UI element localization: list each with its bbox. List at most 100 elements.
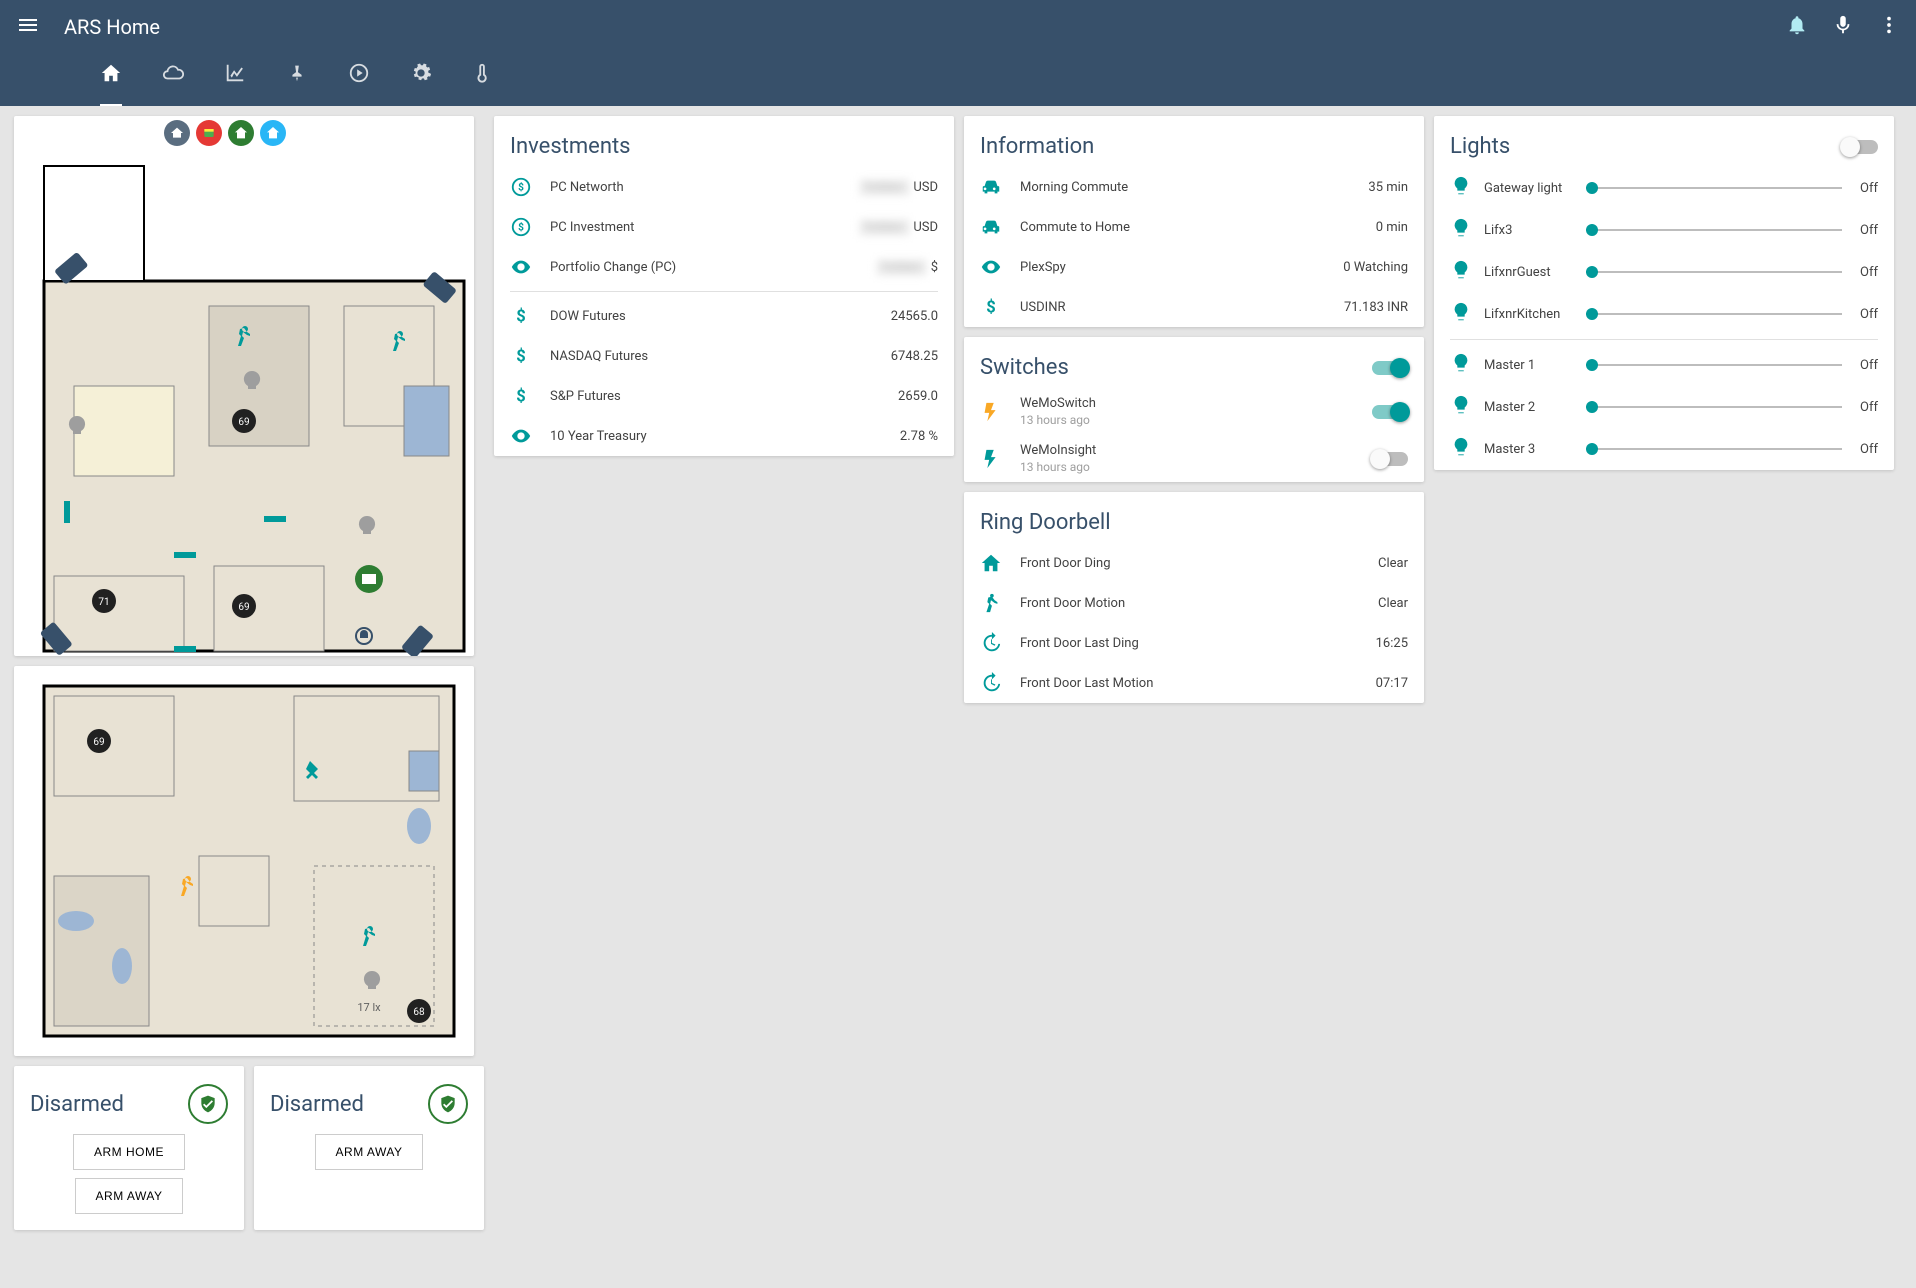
list-row[interactable]: Portfolio Change (PC) hidden $ (494, 247, 954, 287)
menu-icon[interactable] (16, 13, 40, 41)
bulb-icon (1450, 436, 1472, 462)
list-row[interactable]: Front Door Last Ding 16:25 (964, 623, 1424, 663)
list-row[interactable]: Commute to Home 0 min (964, 207, 1424, 247)
row-value: Clear (1378, 596, 1408, 611)
flash-icon (980, 448, 1020, 470)
switches-master-toggle[interactable] (1372, 361, 1408, 375)
svg-text:68: 68 (413, 1007, 425, 1018)
tab-home[interactable] (100, 54, 122, 106)
light-row[interactable]: Gateway light Off (1434, 167, 1894, 209)
brightness-slider[interactable] (1586, 364, 1842, 366)
information-card: Information Morning Commute 35 min Commu… (964, 116, 1424, 327)
list-row[interactable]: Front Door Motion Clear (964, 583, 1424, 623)
row-value: 0 Watching (1343, 260, 1408, 275)
tab-cloud[interactable] (162, 54, 184, 106)
svg-text:$: $ (518, 181, 524, 194)
light-state: Off (1854, 181, 1878, 196)
history-icon (980, 672, 1020, 694)
svg-text:$: $ (516, 348, 525, 367)
flash-icon (980, 401, 1020, 423)
light-state: Off (1854, 442, 1878, 457)
row-value: 24565.0 (891, 309, 938, 324)
walk-icon (980, 592, 1020, 614)
svg-text:71: 71 (98, 597, 109, 608)
tab-thermometer[interactable] (472, 54, 494, 106)
list-row[interactable]: 10 Year Treasury 2.78 % (494, 416, 954, 456)
lights-card: Lights Gateway light Off Lifx3 Off Lifxn… (1434, 116, 1894, 470)
tab-chart[interactable] (224, 54, 246, 106)
svg-text:69: 69 (238, 417, 249, 428)
list-row[interactable]: PlexSpy 0 Watching (964, 247, 1424, 287)
voice-icon[interactable] (1832, 14, 1854, 40)
light-name: Gateway light (1484, 181, 1574, 196)
dollar-icon: $ (510, 305, 550, 327)
light-row[interactable]: Master 2 Off (1434, 386, 1894, 428)
row-label: WeMoSwitch13 hours ago (1020, 396, 1372, 427)
switch-toggle[interactable] (1372, 405, 1408, 419)
arm-away-button[interactable]: ARM AWAY (75, 1178, 184, 1214)
more-icon[interactable] (1878, 14, 1900, 40)
light-state: Off (1854, 265, 1878, 280)
light-row[interactable]: Master 1 Off (1434, 344, 1894, 386)
svg-text:69: 69 (238, 602, 249, 613)
list-row[interactable]: Front Door Ding Clear (964, 543, 1424, 583)
bulb-icon (1450, 175, 1472, 201)
light-name: Master 2 (1484, 400, 1574, 415)
row-label: Front Door Motion (1020, 596, 1378, 611)
tab-settings[interactable] (410, 54, 432, 106)
row-value: Clear (1378, 556, 1408, 571)
light-name: LifxnrGuest (1484, 265, 1574, 280)
list-row[interactable]: $ USDINR 71.183 INR (964, 287, 1424, 327)
light-row[interactable]: LifxnrGuest Off (1434, 251, 1894, 293)
row-value: 2659.0 (898, 389, 938, 404)
brightness-slider[interactable] (1586, 229, 1842, 231)
svg-text:$: $ (986, 299, 995, 318)
app-title: ARS Home (64, 15, 1786, 39)
svg-text:17 lx: 17 lx (357, 1001, 381, 1014)
row-label: 10 Year Treasury (550, 429, 900, 444)
floorplan-2[interactable]: 69 17 lx 68 (14, 666, 474, 1056)
floorplan-action-3[interactable] (228, 120, 254, 146)
light-row[interactable]: Master 3 Off (1434, 428, 1894, 470)
brightness-slider[interactable] (1586, 448, 1842, 450)
light-row[interactable]: Lifx3 Off (1434, 209, 1894, 251)
list-row[interactable]: $ PC Networth hidden USD (494, 167, 954, 207)
svg-text:$: $ (516, 308, 525, 327)
row-value: 71.183 INR (1344, 300, 1408, 315)
brightness-slider[interactable] (1586, 406, 1842, 408)
floorplan-action-2[interactable] (196, 120, 222, 146)
row-value: hidden USD (859, 220, 938, 235)
brightness-slider[interactable] (1586, 313, 1842, 315)
list-row[interactable]: $ S&P Futures 2659.0 (494, 376, 954, 416)
alarm-state-1: Disarmed (30, 1092, 124, 1117)
floorplan-1[interactable]: 69 71 69 (14, 116, 474, 656)
eye-icon (510, 425, 550, 447)
tab-pin[interactable] (286, 54, 308, 106)
floorplan-action-1[interactable] (164, 120, 190, 146)
light-row[interactable]: LifxnrKitchen Off (1434, 293, 1894, 335)
list-row[interactable]: Morning Commute 35 min (964, 167, 1424, 207)
list-row[interactable]: WeMoInsight13 hours ago (964, 435, 1424, 482)
dollar-circle-icon: $ (510, 216, 550, 238)
lights-master-toggle[interactable] (1842, 140, 1878, 154)
tab-play[interactable] (348, 54, 370, 106)
floorplan-action-4[interactable] (260, 120, 286, 146)
brightness-slider[interactable] (1586, 187, 1842, 189)
switch-toggle[interactable] (1372, 452, 1408, 466)
arm-away-button-2[interactable]: ARM AWAY (315, 1134, 424, 1170)
row-value: hidden USD (859, 180, 938, 195)
list-row[interactable]: WeMoSwitch13 hours ago (964, 388, 1424, 435)
row-label: Front Door Last Motion (1020, 676, 1376, 691)
list-row[interactable]: $ NASDAQ Futures 6748.25 (494, 336, 954, 376)
list-row[interactable]: $ DOW Futures 24565.0 (494, 296, 954, 336)
row-label: PlexSpy (1020, 260, 1343, 275)
alarm-card-1: Disarmed ARM HOME ARM AWAY (14, 1066, 244, 1230)
notifications-icon[interactable] (1786, 14, 1808, 40)
list-row[interactable]: $ PC Investment hidden USD (494, 207, 954, 247)
list-row[interactable]: Front Door Last Motion 07:17 (964, 663, 1424, 703)
arm-home-button[interactable]: ARM HOME (73, 1134, 185, 1170)
brightness-slider[interactable] (1586, 271, 1842, 273)
light-name: Lifx3 (1484, 223, 1574, 238)
doorbell-card: Ring Doorbell Front Door Ding Clear Fron… (964, 492, 1424, 703)
row-value: 6748.25 (891, 349, 938, 364)
